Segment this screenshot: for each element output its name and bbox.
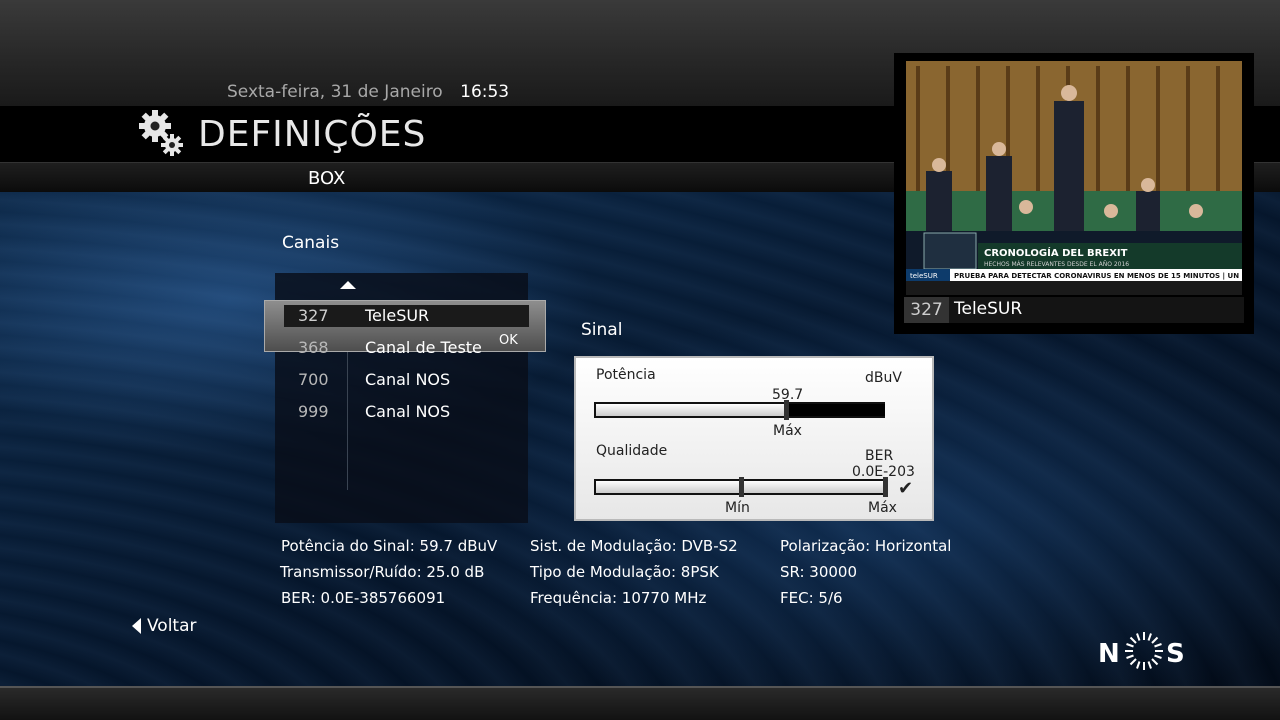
check-icon: ✔ [898, 478, 914, 499]
channels-label: Canais [282, 233, 340, 253]
channel-name: Canal NOS [365, 370, 451, 389]
channel-watermark: teleSUR [910, 272, 938, 280]
modulation-type-info: Tipo de Modulação: 8PSK [530, 563, 719, 581]
svg-text:S: S [1166, 639, 1185, 669]
channel-name: TeleSUR [365, 306, 430, 325]
quality-marker [883, 477, 888, 497]
gear-icon [139, 110, 183, 156]
date-time: Sexta-feira, 31 de Janeiro 16:53 [227, 82, 509, 102]
svg-text:N: N [1098, 639, 1120, 669]
date-text: Sexta-feira, 31 de Janeiro [227, 82, 443, 102]
bottom-band [0, 686, 1280, 720]
quality-label: Qualidade [596, 443, 668, 459]
preview-channel-name: TeleSUR [954, 299, 1023, 319]
lower-third-title: CRONOLOGÍA DEL BREXIT [984, 246, 1128, 259]
page-title: DEFINIÇÕES [198, 114, 427, 155]
signal-power-info: Potência do Sinal: 59.7 dBuV [281, 537, 498, 555]
quality-max-label: Máx [868, 500, 897, 516]
lower-third-subtitle: HECHOS MÁS RELEVANTES DESDE EL AÑO 2016 [984, 261, 1129, 268]
quality-unit: BER [865, 448, 894, 464]
channel-number: 327 [298, 306, 329, 325]
channel-number: 700 [298, 370, 329, 389]
frequency-info: Frequência: 10770 MHz [530, 589, 707, 607]
symbol-rate-info: SR: 30000 [780, 563, 858, 581]
power-max-label: Máx [773, 423, 802, 439]
news-ticker: PRUEBA PARA DETECTAR CORONAVIRUS EN MENO… [954, 272, 1242, 281]
power-bar-empty [786, 404, 885, 416]
back-button[interactable]: Voltar [132, 616, 197, 636]
scroll-up-icon[interactable] [340, 281, 356, 289]
polarization-info: Polarização: Horizontal [780, 537, 952, 555]
quality-min-label: Mín [725, 500, 750, 516]
channel-item[interactable]: 700 Canal NOS [284, 368, 524, 394]
power-bar [594, 402, 885, 418]
fec-info: FEC: 5/6 [780, 589, 843, 607]
tv-preview-video[interactable]: CRONOLOGÍA DEL BREXIT HECHOS MÁS RELEVAN… [906, 61, 1242, 295]
channel-name: Canal de Teste [365, 338, 482, 357]
channel-name: Canal NOS [365, 402, 451, 421]
back-arrow-icon [132, 618, 141, 634]
preview-channel-number: 327 [904, 297, 949, 323]
nos-logo: N S [1098, 632, 1185, 670]
ber-info: BER: 0.0E-385766091 [281, 589, 446, 607]
channel-item[interactable]: 368 Canal de Teste [284, 336, 524, 362]
channel-number: 368 [298, 338, 329, 357]
quality-min-marker [739, 477, 744, 497]
channel-item[interactable]: 327 TeleSUR [284, 304, 524, 330]
signal-label: Sinal [581, 320, 623, 340]
power-marker [784, 400, 790, 420]
page-subtitle: BOX [308, 168, 346, 189]
time-text: 16:53 [460, 82, 510, 102]
snr-info: Transmissor/Ruído: 25.0 dB [280, 563, 485, 581]
back-label: Voltar [147, 616, 197, 636]
channel-number: 999 [298, 402, 329, 421]
channel-item[interactable]: 999 Canal NOS [284, 400, 524, 426]
modulation-system-info: Sist. de Modulação: DVB-S2 [530, 537, 738, 555]
power-label: Potência [596, 367, 656, 383]
power-unit: dBuV [865, 370, 902, 386]
